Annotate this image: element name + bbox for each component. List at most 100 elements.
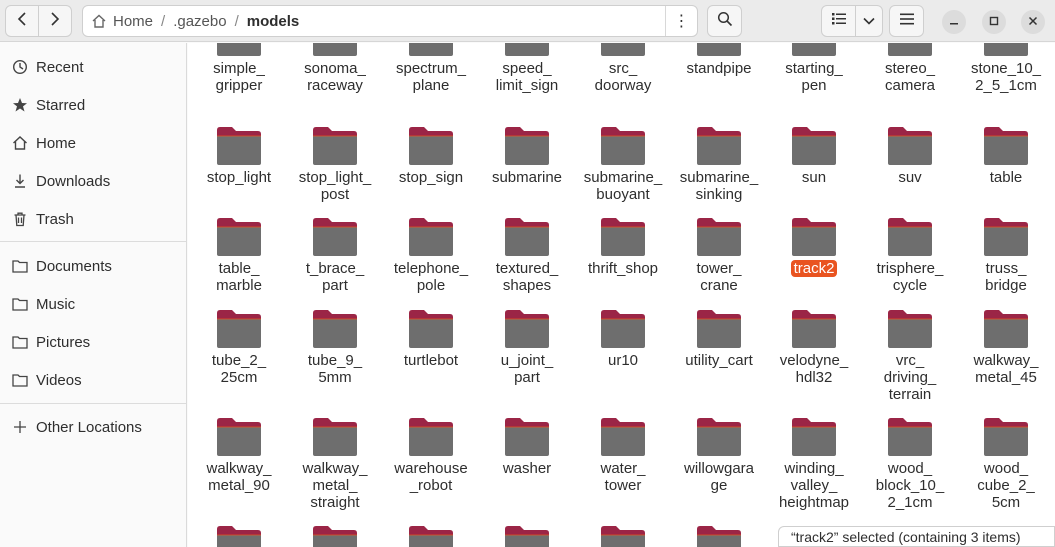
folder-icon [407,415,455,457]
folder-item[interactable]: speed_ limit_sign [479,43,575,113]
folder-item[interactable]: wood_ block_10_ 2_1cm [862,415,958,513]
folder-item[interactable]: telephone_ pole [383,215,479,313]
folder-item[interactable]: sonoma_ raceway [287,43,383,113]
folder-item[interactable]: turtlebot [383,307,479,405]
sidebar-item-recent[interactable]: Recent [0,48,186,86]
folder-item[interactable] [191,523,287,547]
folder-item[interactable]: submarine [479,124,575,222]
breadcrumb-separator: / [234,12,239,30]
folder-label: speed_ limit_sign [495,60,559,94]
folder-item[interactable]: textured_ shapes [479,215,575,313]
folder-item[interactable]: u_joint_ part [479,307,575,405]
folder-item[interactable]: standpipe [671,43,767,113]
folder-icon [982,43,1030,57]
folder-item[interactable]: stop_light [191,124,287,222]
back-button[interactable] [5,5,39,37]
folder-item[interactable]: walkway_ metal_45 [958,307,1054,405]
folder-item[interactable]: submarine_ sinking [671,124,767,222]
folder-item[interactable]: winding_ valley_ heightmap [766,415,862,513]
sidebar-item-trash[interactable]: Trash [0,200,186,238]
folder-item[interactable]: velodyne_ hdl32 [766,307,862,405]
folder-item[interactable]: stereo_ camera [862,43,958,113]
folder-icon [886,43,934,57]
folder-item[interactable]: suv [862,124,958,222]
breadcrumb-gazebo[interactable]: .gazebo [167,6,232,36]
trash-icon [11,210,29,228]
sidebar-item-label: Music [36,295,76,313]
minimize-button[interactable] [942,10,966,34]
folder-label: winding_ valley_ heightmap [778,460,850,511]
sidebar-item-home[interactable]: Home [0,124,186,162]
folder-item[interactable] [479,523,575,547]
folder-item[interactable] [287,523,383,547]
folder-item[interactable]: table_ marble [191,215,287,313]
folder-item[interactable]: submarine_ buoyant [575,124,671,222]
path-bar[interactable]: Home / .gazebo / models ⋮ [82,5,698,37]
folder-icon [11,333,29,351]
folder-item-selected[interactable]: track2 [766,215,862,313]
folder-item[interactable]: src_ doorway [575,43,671,113]
folder-item[interactable]: ur10 [575,307,671,405]
list-view-button[interactable] [821,5,856,37]
folder-label: washer [502,460,552,477]
chevron-left-icon [17,11,27,31]
folder-item[interactable] [383,523,479,547]
sidebar-item-pictures[interactable]: Pictures [0,323,186,361]
folder-item[interactable]: tube_9_ 5mm [287,307,383,405]
folder-item[interactable]: washer [479,415,575,513]
sidebar-item-music[interactable]: Music [0,285,186,323]
folder-item[interactable]: stone_10_ 2_5_1cm [958,43,1054,113]
folder-item[interactable]: vrc_ driving_ terrain [862,307,958,405]
folder-item[interactable]: t_brace_ part [287,215,383,313]
folder-icon [886,307,934,349]
close-button[interactable] [1021,10,1045,34]
folder-icon [886,415,934,457]
folder-item[interactable]: starting_ pen [766,43,862,113]
folder-item[interactable]: trisphere_ cycle [862,215,958,313]
folder-item[interactable]: walkway_ metal_90 [191,415,287,513]
folder-item[interactable]: simple_ gripper [191,43,287,113]
folder-icon [11,257,29,275]
folder-item[interactable]: spectrum_ plane [383,43,479,113]
folder-item[interactable]: table [958,124,1054,222]
sidebar-item-downloads[interactable]: Downloads [0,162,186,200]
breadcrumb-home[interactable]: Home [83,6,159,36]
plus-icon [11,418,29,436]
folder-item[interactable]: sun [766,124,862,222]
folder-item[interactable]: stop_sign [383,124,479,222]
folder-item[interactable] [671,523,767,547]
view-options-dropdown[interactable] [855,5,883,37]
folder-item[interactable]: tube_2_ 25cm [191,307,287,405]
folder-item[interactable]: utility_cart [671,307,767,405]
forward-button[interactable] [38,5,72,37]
folder-item[interactable]: wood_ cube_2_ 5cm [958,415,1054,513]
folder-label: willowgara ge [683,460,755,494]
folder-item[interactable]: truss_ bridge [958,215,1054,313]
folder-item[interactable]: willowgara ge [671,415,767,513]
folder-item[interactable]: water_ tower [575,415,671,513]
folder-item[interactable]: tower_ crane [671,215,767,313]
folder-icon [311,43,359,57]
folder-icon [599,523,647,547]
sidebar-item-other-locations[interactable]: Other Locations [0,408,186,446]
folder-label: tube_2_ 25cm [211,352,267,386]
folder-label: sun [801,169,827,186]
folder-item[interactable]: stop_light_ post [287,124,383,222]
folder-item[interactable]: thrift_shop [575,215,671,313]
path-menu-button[interactable]: ⋮ [665,6,697,36]
sidebar-item-videos[interactable]: Videos [0,361,186,399]
folder-item[interactable]: walkway_ metal_ straight [287,415,383,513]
folder-item[interactable] [575,523,671,547]
folder-icon [407,215,455,257]
maximize-button[interactable] [982,10,1006,34]
search-button[interactable] [707,5,742,37]
sidebar-item-starred[interactable]: Starred [0,86,186,124]
sidebar-item-documents[interactable]: Documents [0,247,186,285]
main-menu-button[interactable] [889,5,924,37]
folder-icon [790,415,838,457]
folder-label: starting_ pen [785,60,843,94]
sidebar-item-label: Other Locations [36,418,142,436]
breadcrumb-models[interactable]: models [241,6,306,36]
folder-item[interactable]: warehouse _robot [383,415,479,513]
hamburger-icon [899,12,914,30]
